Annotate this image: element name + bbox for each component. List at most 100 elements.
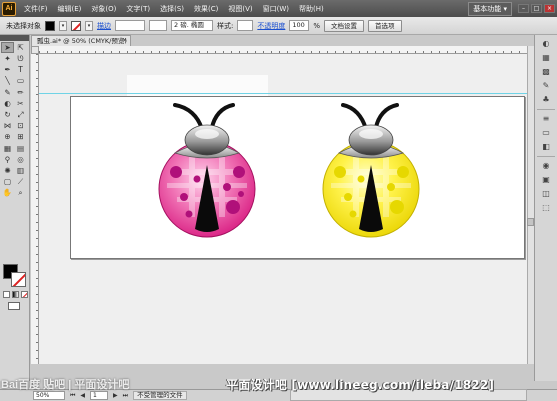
illustrator-logo-icon: Ai (2, 1, 16, 16)
variable-width-field[interactable] (149, 20, 167, 31)
menu-edit[interactable]: 编辑(E) (53, 4, 87, 14)
color-guide-icon[interactable]: ▦ (540, 53, 553, 63)
workspace-switcher[interactable]: 基本功能 ▾ (468, 1, 512, 16)
stroke-dropdown-icon[interactable]: ▾ (85, 20, 93, 31)
zoom-level-field[interactable]: 50% (33, 391, 65, 400)
zoom-tool-icon[interactable]: ⌕ (14, 187, 27, 198)
no-selection-label: 未选择对象 (6, 21, 41, 30)
direct-selection-tool-icon[interactable]: ⇱ (14, 42, 27, 53)
stroke-color-swatch[interactable] (71, 20, 81, 31)
baidu-watermark: Bai百度 贴吧 | 平面设计吧 (1, 379, 130, 391)
artboard-tool-icon[interactable]: ▢ (1, 176, 14, 187)
color-mode-buttons (3, 291, 28, 298)
eyedropper-tool-icon[interactable]: ⚲ (1, 154, 14, 165)
brushes-panel-icon[interactable]: ✎ (540, 81, 553, 91)
status-info[interactable]: 不受管理的文件 (133, 391, 187, 400)
stroke-weight-field[interactable] (115, 20, 145, 31)
menu-file[interactable]: 文件(F) (19, 4, 53, 14)
last-artboard-icon[interactable]: ⏭ (123, 392, 128, 400)
minimize-icon[interactable]: – (518, 4, 529, 13)
stroke-panel-link[interactable]: 描边 (97, 21, 111, 31)
artboard-number-field[interactable]: 1 (90, 391, 109, 400)
perspective-grid-tool-icon[interactable]: ⊞ (14, 132, 27, 143)
artboards-panel-icon[interactable]: ⬚ (540, 203, 553, 213)
symbols-panel-icon[interactable]: ♣ (540, 95, 553, 105)
brush-definition-field[interactable]: 2 磅. 椭圆 (171, 20, 213, 31)
opacity-link[interactable]: 不透明度 (257, 21, 285, 31)
menu-help[interactable]: 帮助(H) (294, 4, 329, 14)
column-graph-tool-icon[interactable]: ▥ (14, 165, 27, 176)
gradient-panel-icon[interactable]: ▭ (540, 128, 553, 138)
prev-artboard-icon[interactable]: ◀ (80, 392, 85, 399)
magic-wand-tool-icon[interactable]: ✦ (1, 53, 14, 64)
gradient-mode-icon[interactable] (12, 291, 19, 298)
menu-window[interactable]: 窗口(W) (258, 4, 294, 14)
fill-stroke-control[interactable] (3, 264, 27, 288)
stroke-box[interactable] (11, 272, 26, 287)
stroke-panel-icon[interactable]: ≡ (540, 114, 553, 124)
color-mode-icon[interactable] (3, 291, 10, 298)
eraser-tool-icon[interactable]: ✂ (14, 98, 27, 109)
type-tool-icon[interactable]: T (14, 64, 27, 75)
tool-grid: ➤ ⇱ ✦ ᘎ ✒ T ╲ ▭ ✎ ✏ ◐ ✂ ↻ ⤢ ⋈ ⊡ ⊕ ⊞ ▦ ▤ … (0, 41, 29, 200)
site-watermark: 平面设计吧 [www.lineeg.com/ileba/1822] (226, 378, 495, 392)
rectangle-tool-icon[interactable]: ▭ (14, 76, 27, 87)
pen-tool-icon[interactable]: ✒ (1, 64, 14, 75)
document-tab-title: 瓢虫.ai* @ 50% (CMYK/预览) (37, 37, 127, 45)
color-panel-icon[interactable]: ◐ (540, 39, 553, 49)
layers-panel-icon[interactable]: ◫ (540, 189, 553, 199)
dock-separator (537, 109, 555, 110)
screen-mode-icon[interactable] (8, 302, 20, 310)
blob-brush-tool-icon[interactable]: ◐ (1, 98, 14, 109)
symbol-sprayer-tool-icon[interactable]: ✺ (1, 165, 14, 176)
next-artboard-icon[interactable]: ▶ (113, 392, 118, 399)
line-tool-icon[interactable]: ╲ (1, 76, 14, 87)
selection-tool-icon[interactable]: ➤ (1, 42, 14, 54)
gradient-tool-icon[interactable]: ▤ (14, 143, 27, 154)
document-setup-button[interactable]: 文档设置 (324, 19, 365, 32)
lasso-tool-icon[interactable]: ᘎ (14, 53, 27, 64)
width-tool-icon[interactable]: ⋈ (1, 120, 14, 131)
graphic-style-field[interactable] (237, 20, 254, 31)
none-mode-icon[interactable] (21, 291, 28, 298)
maximize-icon[interactable]: □ (531, 4, 542, 13)
paintbrush-tool-icon[interactable]: ✎ (1, 87, 14, 98)
tab-close-icon[interactable]: × (122, 36, 127, 46)
control-bar: 未选择对象 ▾ ▾ 描边 2 磅. 椭圆 样式: 不透明度 100 % 文档设置… (0, 17, 557, 35)
close-window-icon[interactable]: × (544, 4, 555, 13)
shape-builder-tool-icon[interactable]: ⊕ (1, 132, 14, 143)
rotate-tool-icon[interactable]: ↻ (1, 109, 14, 120)
appearance-panel-icon[interactable]: ◉ (540, 161, 553, 171)
hand-tool-icon[interactable]: ✋ (1, 187, 14, 198)
document-tab[interactable]: 瓢虫.ai* @ 50% (CMYK/预览) × (31, 35, 131, 46)
canvas-area[interactable] (39, 54, 527, 364)
fill-color-swatch[interactable] (45, 20, 55, 31)
blend-tool-icon[interactable]: ◎ (14, 154, 27, 165)
swatches-panel-icon[interactable]: ▩ (540, 67, 553, 77)
menu-view[interactable]: 视图(V) (223, 4, 257, 14)
horizontal-ruler[interactable] (39, 46, 527, 54)
opacity-field[interactable]: 100 (289, 20, 310, 31)
ruler-origin[interactable] (31, 46, 39, 54)
guide-line[interactable] (39, 93, 527, 94)
mesh-tool-icon[interactable]: ▦ (1, 143, 14, 154)
menu-object[interactable]: 对象(O) (86, 4, 121, 14)
artboard[interactable] (70, 96, 525, 259)
scale-tool-icon[interactable]: ⤢ (14, 109, 27, 120)
fill-dropdown-icon[interactable]: ▾ (59, 20, 67, 31)
vertical-scrollbar[interactable] (527, 46, 534, 364)
first-artboard-icon[interactable]: ⏮ (70, 392, 75, 400)
transparency-panel-icon[interactable]: ◧ (540, 142, 553, 152)
menu-type[interactable]: 文字(T) (121, 4, 155, 14)
menu-effect[interactable]: 效果(C) (189, 4, 223, 14)
menu-select[interactable]: 选择(S) (155, 4, 189, 14)
scrollbar-thumb[interactable] (527, 218, 534, 226)
pink-ladybug (158, 103, 256, 238)
graphic-styles-panel-icon[interactable]: ▣ (540, 175, 553, 185)
menu-bar: Ai 文件(F) 编辑(E) 对象(O) 文字(T) 选择(S) 效果(C) 视… (0, 0, 557, 17)
pencil-tool-icon[interactable]: ✏ (14, 87, 27, 98)
preferences-button[interactable]: 首选项 (368, 19, 402, 32)
vertical-ruler[interactable] (31, 54, 39, 364)
free-transform-tool-icon[interactable]: ⊡ (14, 120, 27, 131)
slice-tool-icon[interactable]: ⟋ (14, 176, 27, 187)
